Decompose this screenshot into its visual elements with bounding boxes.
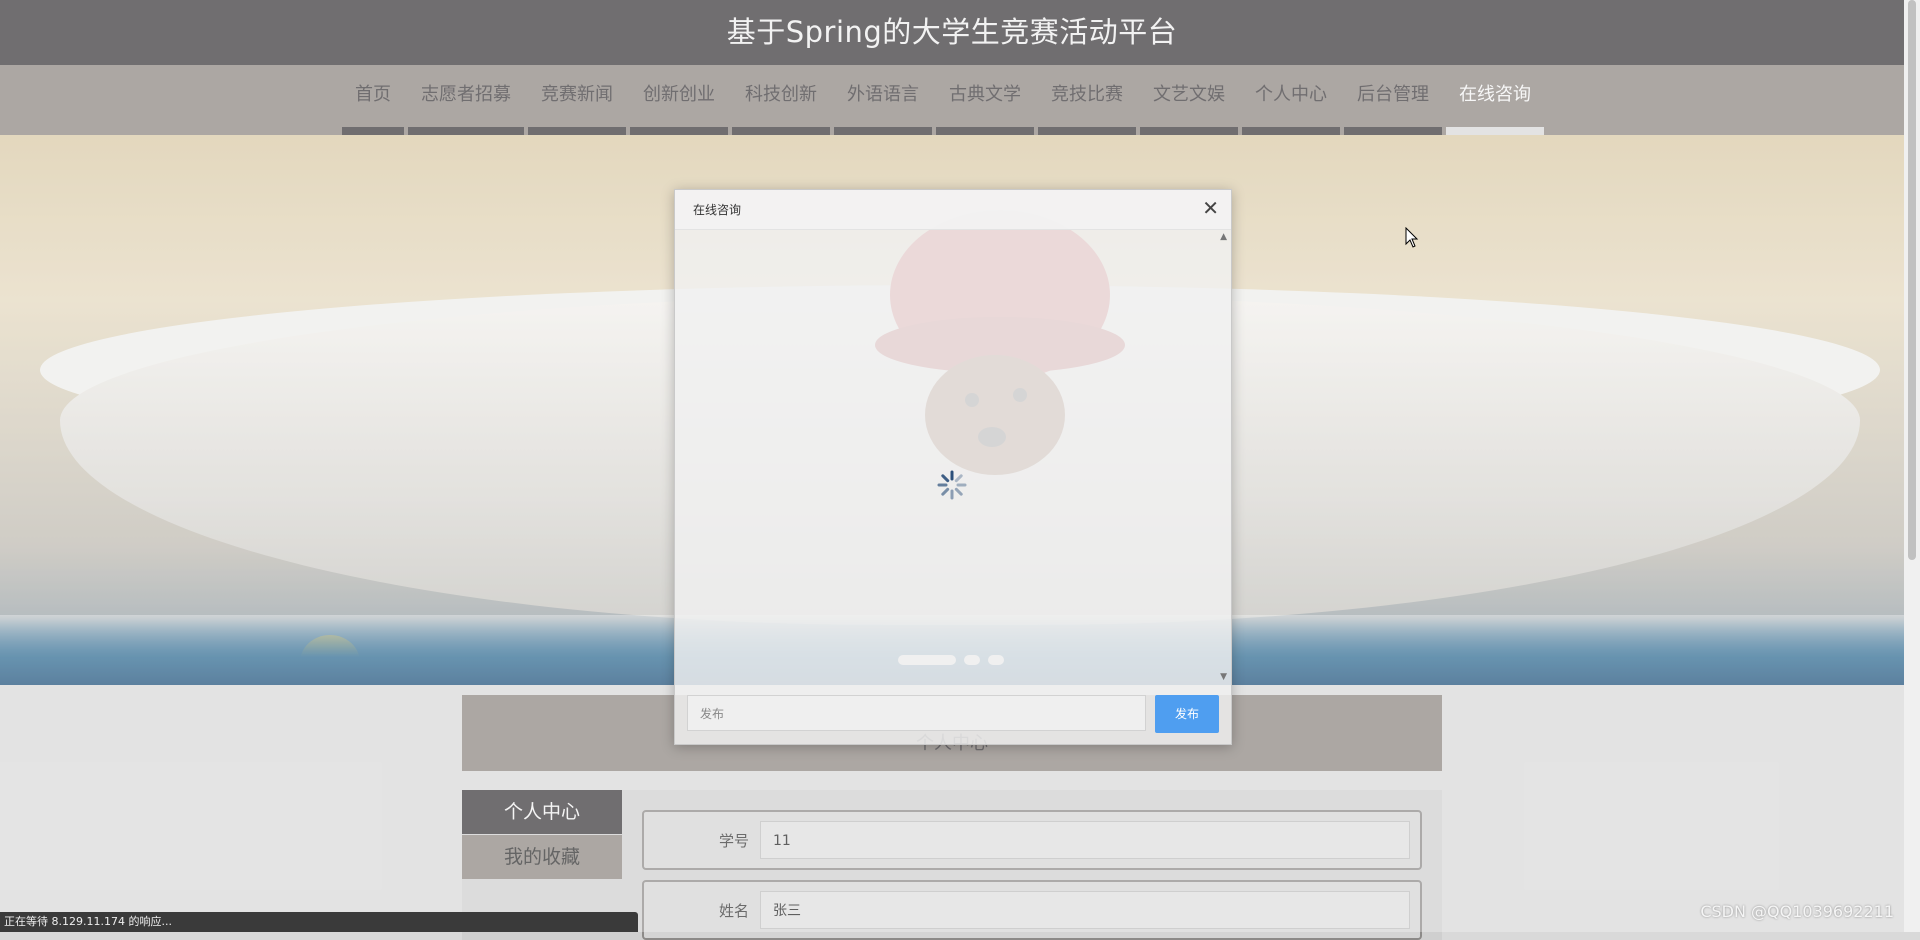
chat-message-area[interactable]: ▲ ▼ — [675, 230, 1231, 684]
browser-status-bar: 正在等待 8.129.11.174 的响应... — [0, 912, 638, 932]
loading-spinner-icon — [937, 470, 967, 500]
scroll-up-arrow-icon[interactable]: ▲ — [1220, 232, 1227, 242]
message-input[interactable]: 发布 — [687, 695, 1146, 731]
dialog-title: 在线咨询 — [693, 203, 742, 217]
page-scrollbar[interactable] — [1904, 0, 1920, 932]
consult-dialog: 在线咨询 ✕ ▲ ▼ 发布 发布 — [674, 189, 1232, 745]
dialog-footer: 发布 发布 — [675, 686, 1231, 744]
watermark: CSDN @QQ1039692211 — [1700, 902, 1894, 921]
send-button[interactable]: 发布 — [1155, 695, 1219, 733]
scrollbar-thumb[interactable] — [1908, 0, 1916, 560]
dialog-header: 在线咨询 ✕ — [675, 190, 1231, 230]
close-icon[interactable]: ✕ — [1202, 196, 1219, 220]
mouse-cursor-icon — [1405, 227, 1419, 248]
scroll-down-arrow-icon[interactable]: ▼ — [1220, 672, 1227, 682]
